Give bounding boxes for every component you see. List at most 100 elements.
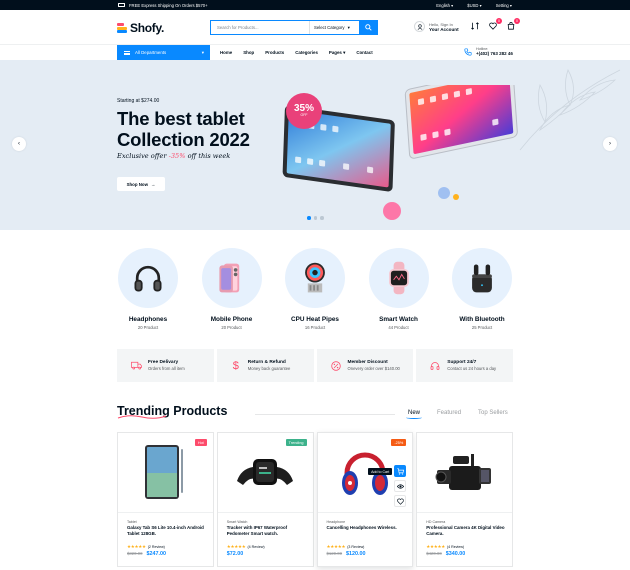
cpu-cooler-icon [305,262,325,293]
hotline-number: +(402) 763 282 46 [476,51,513,56]
product-tabs: New Featured Top Sellers [405,410,508,419]
category-select-label: Select Category [314,25,345,30]
category-item-mobile-phone[interactable]: Mobile Phone 20 Product [201,248,263,330]
product-title[interactable]: Cancelling Headphones Wireless. [327,525,407,531]
logo-text: Shofy. [130,21,164,35]
feature-support: Support 24/7 Contact us 24 hours a day [416,349,513,382]
feature-delivery: Free Delivary Orders from all item [117,349,214,382]
search-input[interactable]: Search for Products... [211,21,309,34]
discount-icon [330,360,342,372]
product-price: $420.00 $340.00 [426,551,465,557]
chevron-left-icon: ‹ [18,141,20,147]
product-card[interactable]: Trending Smart Watch Tracker with IP67 W… [216,432,314,567]
product-image[interactable] [417,433,512,513]
feature-refund: $ Return & Refund Money back guarantee [216,349,314,382]
current-price: $72.00 [226,551,244,557]
category-name: Smart Watch [379,316,418,323]
add-to-cart-button[interactable] [394,465,407,477]
cart-button[interactable]: 0 [506,18,520,31]
star-icons: ★★★★★ [127,544,146,549]
nav-contact[interactable]: Contact [356,50,372,55]
slider-dot-1[interactable] [307,216,311,220]
nav-pages[interactable]: Pages ▾ [329,50,345,56]
account-link[interactable]: Hello, Sign In Your Account [414,21,459,32]
product-category[interactable]: Smart Watch [227,520,248,524]
star-icons: ★★★★★ [326,544,346,549]
cart-icon [397,467,404,475]
product-title[interactable]: Tracker with IP67 Waterproof Pedometer S… [227,525,307,537]
product-price: $120.00 $120.00 [327,551,366,557]
feature-title: Return & Refund [247,360,286,365]
category-select[interactable]: Select Category ▾ [309,21,359,34]
nav-categories[interactable]: Categories [295,50,318,55]
product-card[interactable]: -25% Add to Cart Headphone Cancelling He… [316,432,414,567]
hotline[interactable]: Hotline: +(402) 763 282 46 [464,47,513,56]
slider-dot-2[interactable] [313,216,317,220]
feature-sub: Orders from all item [148,366,185,371]
slider-dots [307,216,324,220]
nav-products[interactable]: Products [265,50,284,55]
slider-dot-3[interactable] [320,216,324,220]
category-name: CPU Heat Pipes [291,316,339,323]
tab-new[interactable]: New [405,410,423,419]
header: Shofy. Search for Products... Select Cat… [0,10,630,44]
category-count: 44 Product [388,325,409,330]
nav-shop[interactable]: Shop [243,50,254,55]
all-departments-button[interactable]: All Departments ▾ [117,45,210,60]
cart-icon [507,22,515,30]
quick-view-button[interactable] [394,480,407,492]
category-name: With Bluetooth [459,316,505,323]
arrow-right-icon: → [151,181,156,187]
category-item-with-bluetooth[interactable]: With Bluetooth 25 Product [451,248,513,330]
setting-select[interactable]: Setting [496,3,512,8]
nav-home[interactable]: Home [220,50,232,55]
eye-icon [396,483,404,489]
search-bar: Search for Products... Select Category ▾ [210,20,378,35]
hero-title: The best tablet Collection 2022 [117,108,250,150]
product-category[interactable]: Headphone [327,520,346,524]
compare-button[interactable] [470,21,480,31]
tab-top-sellers[interactable]: Top Sellers [478,410,508,416]
headphones-icon [134,265,162,292]
search-button[interactable] [359,21,377,34]
nav-pages-label: Pages [328,49,342,55]
old-price: $420.00 [426,551,442,556]
product-price: $72.00 [227,551,244,557]
current-price: $247.00 [146,551,167,557]
category-list: Headphones 20 Product Mobile Phone 20 Pr… [117,248,513,330]
category-item-cpu-heat-pipes[interactable]: CPU Heat Pipes 16 Product [284,248,346,330]
chevron-down-icon: ▾ [343,49,346,55]
product-category[interactable]: HD Camera [426,520,445,524]
product-title[interactable]: Professional Camera 4K Digital Video Cam… [426,525,506,537]
chevron-down-icon: ▾ [201,49,204,55]
category-item-headphones[interactable]: Headphones 20 Product [117,248,179,330]
hero-next-button[interactable]: › [603,137,617,151]
product-tag: Trending [285,439,307,446]
currency-select[interactable]: $USD [467,3,481,8]
logo-icon [117,23,127,33]
truck-icon [118,3,125,7]
title-underline-decoration [117,415,167,419]
product-category[interactable]: Tablet [127,520,137,524]
logo[interactable]: Shofy. [117,21,164,35]
user-icon [414,21,425,32]
category-name: Mobile Phone [210,316,253,323]
chevron-right-icon: › [609,141,611,147]
shipping-notice: FREE Express Shipping On Orders $570+ [118,3,208,8]
language-select[interactable]: English [436,3,453,8]
wishlist-button[interactable]: 0 [488,18,502,31]
shop-now-button[interactable]: Shop Now → [117,177,165,191]
tab-featured[interactable]: Featured [437,410,461,416]
product-card[interactable]: Hot Tablet Galaxy Tab S6 Lite 10.4-inch … [117,432,214,567]
hero-prev-button[interactable]: ‹ [12,137,26,151]
cart-count: 0 [514,18,520,24]
feature-strip: Free Delivary Orders from all item $ Ret… [117,349,513,382]
category-item-smart-watch[interactable]: Smart Watch 44 Product [368,248,430,330]
add-to-wishlist-button[interactable] [394,495,407,507]
product-title[interactable]: Galaxy Tab S6 Lite 10.4-inch Android Tab… [127,525,207,537]
hero-offer: Exclusive offer -35% off this week [117,152,230,160]
product-reviews: (4 Review) [247,545,265,549]
watch-icon [388,261,409,295]
product-card[interactable]: HD Camera Professional Camera 4K Digital… [416,432,513,567]
product-price: $320.00 $247.00 [127,551,166,557]
